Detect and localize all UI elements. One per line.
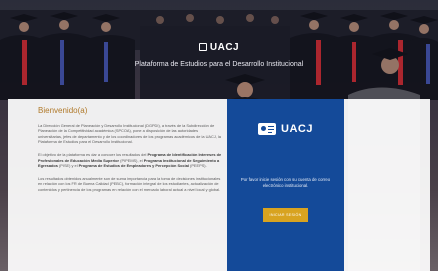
welcome-heading: Bienvenido(a) [38, 106, 88, 115]
card-brand: UACJ [258, 123, 313, 135]
login-button[interactable]: INICIAR SESIÓN [263, 208, 308, 222]
login-card: UACJ Por favor inicie sesión con su cuen… [227, 99, 344, 271]
welcome-section: Bienvenido(a) La Dirección General de Pl… [38, 106, 222, 200]
welcome-paragraph-2: El objetivo de la plataforma es dar a co… [38, 151, 222, 169]
brand-header: UACJ Plataforma de Estudios para el Desa… [0, 38, 438, 69]
logo-text: UACJ [209, 41, 240, 53]
card-logo-text: UACJ [281, 123, 313, 135]
platform-title: Plataforma de Estudios para el Desarroll… [134, 61, 304, 68]
logo-mark-icon [198, 43, 207, 51]
welcome-paragraph-3: Los resultados obtenidos anualmente son … [38, 175, 221, 192]
welcome-paragraph-1: La Dirección General de Planeación y Des… [38, 122, 221, 145]
id-card-icon [258, 123, 277, 135]
uacj-logo: UACJ [198, 41, 240, 53]
login-message: Por favor inicie sesión con su cuenta de… [240, 177, 331, 188]
